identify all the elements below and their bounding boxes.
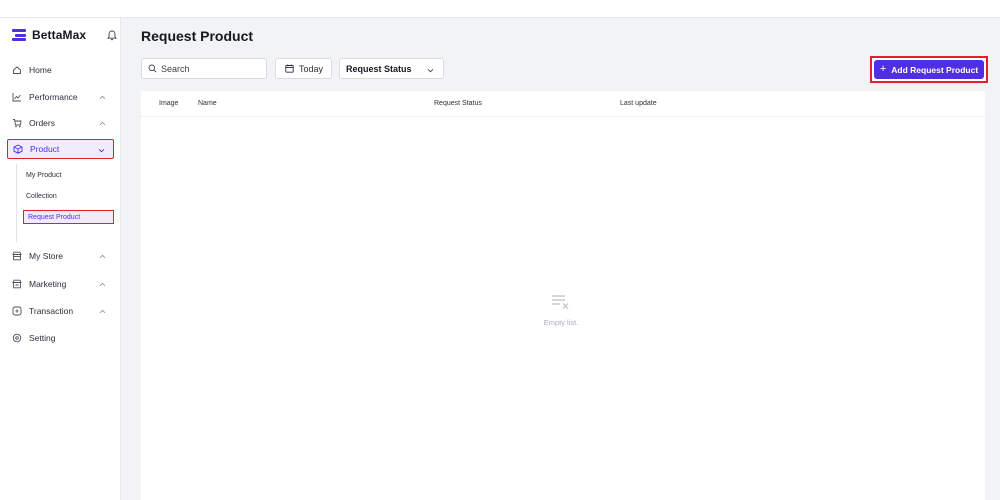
request-status-select[interactable]: Request Status — [339, 58, 444, 79]
empty-list-icon — [552, 295, 569, 309]
sidebar-item-product[interactable]: Product — [7, 139, 114, 159]
sidebar-item-home[interactable]: Home — [7, 60, 114, 80]
sidebar-item-label: Orders — [29, 118, 55, 128]
chevron-up-icon — [99, 307, 106, 314]
sidebar-item-label: Performance — [29, 92, 78, 102]
column-header-last-update[interactable]: Last update — [620, 100, 657, 107]
calendar-icon — [285, 64, 294, 73]
sidebar-item-setting[interactable]: Setting — [7, 328, 114, 348]
sidebar-item-label: Transaction — [29, 306, 74, 316]
chevron-up-icon — [99, 119, 106, 126]
add-request-product-label: Add Request Product — [891, 64, 979, 75]
chart-icon — [12, 92, 22, 102]
chevron-down-icon — [98, 146, 105, 153]
brand[interactable]: BettaMax — [12, 26, 117, 44]
brand-logo-icon — [12, 29, 26, 41]
column-header-name[interactable]: Name — [198, 100, 217, 107]
empty-state: Empty list. — [521, 294, 601, 327]
request-status-label: Request Status — [346, 63, 412, 74]
sidebar-item-label: Product — [30, 144, 60, 154]
bell-icon[interactable] — [107, 30, 117, 41]
chevron-up-icon — [99, 280, 106, 287]
request-product-table: Image Name Request Status Last update Em… — [141, 91, 985, 500]
plus-icon: + — [879, 63, 887, 75]
search-input[interactable] — [161, 63, 261, 74]
chevron-up-icon — [99, 93, 106, 100]
store-icon — [12, 251, 22, 261]
sidebar-item-marketing[interactable]: Marketing — [7, 274, 114, 294]
sidebar-item-transaction[interactable]: Transaction — [7, 301, 114, 321]
date-filter-label: Today — [299, 63, 324, 74]
subnav-item-collection[interactable]: Collection — [26, 189, 57, 203]
app-shell: BettaMax Home Performance Orders Product… — [0, 17, 1000, 500]
sidebar-item-label: Setting — [29, 333, 56, 343]
column-header-image[interactable]: Image — [159, 100, 178, 107]
add-request-product-highlight: + Add Request Product — [870, 56, 988, 83]
sidebar-item-label: Home — [29, 65, 52, 75]
wallet-icon — [12, 306, 22, 316]
subnav-item-request-product[interactable]: Request Product — [23, 210, 114, 224]
sidebar: BettaMax Home Performance Orders Product… — [0, 18, 121, 500]
megaphone-icon — [12, 279, 22, 289]
sidebar-item-performance[interactable]: Performance — [7, 87, 114, 107]
chevron-up-icon — [99, 252, 106, 259]
brand-name: BettaMax — [32, 28, 87, 42]
chevron-down-icon — [427, 66, 434, 73]
cart-icon — [12, 118, 22, 128]
home-icon — [12, 65, 22, 75]
table-header: Image Name Request Status Last update — [141, 91, 985, 117]
page-title: Request Product — [141, 28, 254, 44]
search-icon — [148, 64, 157, 73]
date-filter-button[interactable]: Today — [275, 58, 332, 79]
sidebar-item-label: My Store — [29, 251, 64, 261]
sidebar-item-label: Marketing — [29, 279, 67, 289]
sidebar-item-orders[interactable]: Orders — [7, 113, 114, 133]
add-request-product-button[interactable]: + Add Request Product — [874, 60, 984, 79]
column-header-request-status[interactable]: Request Status — [434, 100, 482, 107]
box-icon — [13, 144, 23, 154]
sidebar-item-my-store[interactable]: My Store — [7, 246, 114, 266]
gear-icon — [12, 333, 22, 343]
empty-list-text: Empty list. — [543, 318, 579, 327]
product-subnav: My Product Collection Request Product — [16, 164, 114, 242]
search-box[interactable] — [141, 58, 267, 79]
subnav-item-my-product[interactable]: My Product — [26, 168, 61, 182]
